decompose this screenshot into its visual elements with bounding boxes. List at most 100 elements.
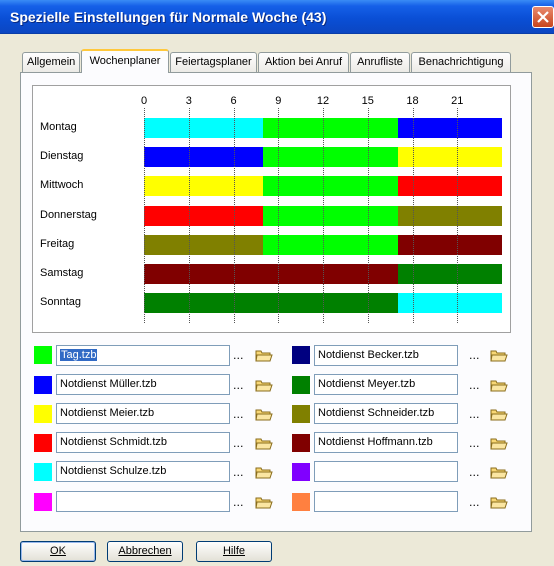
schedule-segment[interactable] <box>144 293 398 313</box>
browse-button-10[interactable]: ... <box>469 437 480 450</box>
folder-icon[interactable] <box>255 436 273 450</box>
browse-button-1[interactable]: ... <box>233 349 244 362</box>
cancel-button-label: Abbrechen <box>118 545 172 557</box>
folder-icon[interactable] <box>255 378 273 392</box>
schedule-segment[interactable] <box>144 264 398 284</box>
color-swatch-green[interactable] <box>34 346 52 364</box>
color-swatch-maroon[interactable] <box>292 434 310 452</box>
color-swatch-dark-green[interactable] <box>292 376 310 394</box>
day-label: Freitag <box>40 238 75 250</box>
color-swatch-red[interactable] <box>34 434 52 452</box>
color-swatch-yellow[interactable] <box>34 405 52 423</box>
hour-tick-label: 0 <box>140 95 148 107</box>
color-swatch-olive[interactable] <box>292 405 310 423</box>
hour-gridline <box>234 108 235 323</box>
day-label: Dienstag <box>40 150 84 162</box>
browse-button-9[interactable]: ... <box>469 408 480 421</box>
browse-button-4[interactable]: ... <box>233 437 244 450</box>
hour-gridline <box>189 108 190 323</box>
profile-field-5[interactable]: Notdienst Schulze.tzb <box>56 461 230 482</box>
folder-icon[interactable] <box>255 407 273 421</box>
tab-wochenplaner[interactable]: Wochenplaner <box>81 49 169 73</box>
ok-button-label: OK <box>50 545 66 557</box>
schedule-segment[interactable] <box>144 176 263 196</box>
folder-icon[interactable] <box>490 378 508 392</box>
color-swatch-blue[interactable] <box>34 376 52 394</box>
browse-button-3[interactable]: ... <box>233 408 244 421</box>
color-swatch-navy[interactable] <box>292 346 310 364</box>
profile-field-3[interactable]: Notdienst Meier.tzb <box>56 403 230 424</box>
schedule-segment[interactable] <box>144 118 263 138</box>
profile-field-6[interactable] <box>56 491 230 512</box>
day-label: Samstag <box>40 267 84 279</box>
hour-tick-label: 21 <box>451 95 464 107</box>
schedule-segment[interactable] <box>263 206 398 226</box>
browse-button-8[interactable]: ... <box>469 379 480 392</box>
browse-button-12[interactable]: ... <box>469 496 480 509</box>
folder-icon[interactable] <box>255 465 273 479</box>
profile-field-1-text: Tag.tzb <box>60 349 98 361</box>
profile-field-12[interactable] <box>314 491 458 512</box>
tab-allgemein[interactable]: Allgemein <box>22 52 80 72</box>
hour-tick-label: 6 <box>230 95 237 107</box>
hour-gridline <box>144 108 145 323</box>
schedule-segment[interactable] <box>263 235 398 255</box>
hour-gridline <box>368 108 369 323</box>
dialog-window: Spezielle Einstellungen für Normale Woch… <box>0 0 554 566</box>
color-swatch-cyan[interactable] <box>34 463 52 481</box>
profile-field-10[interactable]: Notdienst Hoffmann.tzb <box>314 432 458 453</box>
hour-gridline <box>278 108 279 323</box>
hour-tick-label: 18 <box>406 95 419 107</box>
help-button[interactable]: Hilfe <box>196 541 272 562</box>
profile-field-9[interactable]: Notdienst Schneider.tzb <box>314 403 458 424</box>
close-button[interactable] <box>532 6 554 28</box>
day-label: Mittwoch <box>40 179 84 191</box>
color-swatch-magenta[interactable] <box>34 493 52 511</box>
hour-gridline <box>413 108 414 323</box>
hour-tick-label: 12 <box>316 95 330 107</box>
help-button-label: Hilfe <box>222 545 245 557</box>
hour-tick-label: 15 <box>361 95 374 107</box>
schedule-segment[interactable] <box>144 206 263 226</box>
profile-field-7[interactable]: Notdienst Becker.tzb <box>314 345 458 366</box>
day-label: Donnerstag <box>40 209 97 221</box>
browse-button-2[interactable]: ... <box>233 379 244 392</box>
schedule-segment[interactable] <box>263 118 398 138</box>
hour-tick-label: 9 <box>275 95 282 107</box>
tab-aktion-bei-anruf[interactable]: Aktion bei Anruf <box>258 52 349 72</box>
browse-button-5[interactable]: ... <box>233 466 244 479</box>
browse-button-11[interactable]: ... <box>469 466 480 479</box>
folder-icon[interactable] <box>255 495 273 509</box>
hour-gridline <box>323 108 324 323</box>
folder-icon[interactable] <box>490 495 508 509</box>
browse-button-7[interactable]: ... <box>469 349 480 362</box>
title-bar: Spezielle Einstellungen für Normale Woch… <box>0 0 554 34</box>
profile-field-2[interactable]: Notdienst Müller.tzb <box>56 374 230 395</box>
profile-field-11[interactable] <box>314 461 458 482</box>
profile-field-8[interactable]: Notdienst Meyer.tzb <box>314 374 458 395</box>
folder-icon[interactable] <box>490 465 508 479</box>
window-title: Spezielle Einstellungen für Normale Woch… <box>10 9 327 25</box>
color-swatch-orange[interactable] <box>292 493 310 511</box>
profile-field-1[interactable]: Tag.tzb <box>56 345 230 366</box>
folder-icon[interactable] <box>490 407 508 421</box>
schedule-segment[interactable] <box>144 147 263 167</box>
folder-icon[interactable] <box>255 348 273 362</box>
hour-gridline <box>457 108 458 323</box>
cancel-button[interactable]: Abbrechen <box>107 541 183 562</box>
color-swatch-purple[interactable] <box>292 463 310 481</box>
tab-feiertagsplaner[interactable]: Feiertagsplaner <box>170 52 257 72</box>
schedule-segment[interactable] <box>263 176 398 196</box>
folder-icon[interactable] <box>490 348 508 362</box>
browse-button-6[interactable]: ... <box>233 496 244 509</box>
day-label: Sonntag <box>40 296 81 308</box>
close-icon <box>537 11 549 23</box>
ok-button[interactable]: OK <box>20 541 96 562</box>
day-label: Montag <box>40 121 77 133</box>
profile-field-4[interactable]: Notdienst Schmidt.tzb <box>56 432 230 453</box>
folder-icon[interactable] <box>490 436 508 450</box>
schedule-segment[interactable] <box>263 147 398 167</box>
schedule-segment[interactable] <box>144 235 263 255</box>
tab-benachrichtigung[interactable]: Benachrichtigung <box>411 52 511 72</box>
tab-anrufliste[interactable]: Anrufliste <box>350 52 410 72</box>
